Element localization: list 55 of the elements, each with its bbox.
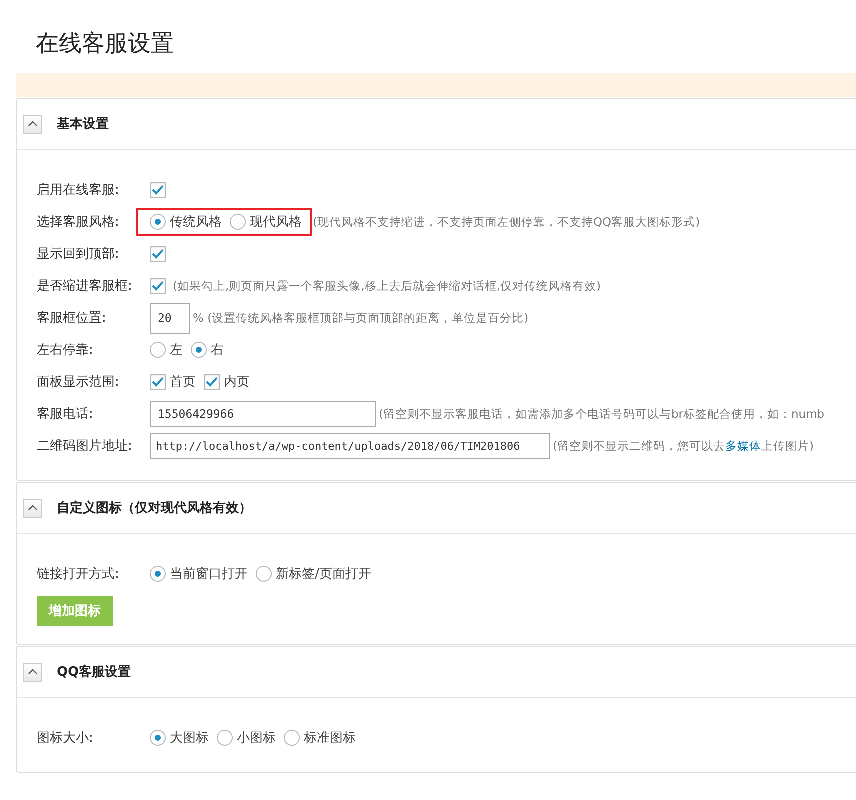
- radio-button[interactable]: [150, 214, 166, 230]
- field-hint: % (设置传统风格客服框顶部与页面顶部的距离，单位是百分比): [193, 310, 529, 326]
- field-label: 链接打开方式:: [37, 566, 120, 583]
- radio-button[interactable]: [150, 566, 166, 582]
- panel-title: 自定义图标（仅对现代风格有效）: [57, 500, 252, 517]
- checkbox[interactable]: [150, 374, 166, 390]
- radio-button[interactable]: [191, 342, 207, 358]
- field-label: 面板显示范围:: [37, 374, 120, 391]
- text-field[interactable]: http://localhost/a/wp-content/uploads/2018/06/TIM201806: [150, 433, 550, 459]
- radio-button[interactable]: [150, 730, 166, 746]
- field-label: 图标大小:: [37, 730, 94, 747]
- option-label: 标准图标: [304, 730, 356, 747]
- field-label: 选择客服风格:: [37, 214, 120, 231]
- field-hint: (留空则不显示二维码，您可以去多媒体上传图片): [553, 438, 814, 454]
- media-link[interactable]: 多媒体: [726, 438, 762, 452]
- field-label: 是否缩进客服框:: [37, 278, 134, 295]
- field-label: 二维码图片地址:: [37, 438, 134, 455]
- option-label: 右: [211, 342, 224, 359]
- checkbox[interactable]: [150, 278, 166, 294]
- radio-button[interactable]: [217, 730, 233, 746]
- page-title: 在线客服设置: [36, 30, 175, 59]
- option-label: 大图标: [170, 730, 209, 747]
- text-field[interactable]: 15506429966: [150, 401, 376, 427]
- collapse-button[interactable]: [23, 662, 42, 682]
- field-label: 启用在线客服:: [37, 182, 120, 199]
- chevron-icon: [28, 121, 38, 127]
- checkbox[interactable]: [204, 374, 220, 390]
- option-label: 传统风格: [170, 214, 222, 231]
- radio-button[interactable]: [284, 730, 300, 746]
- option-label: 当前窗口打开: [170, 566, 248, 583]
- radio-button[interactable]: [150, 342, 166, 358]
- option-label: 小图标: [237, 730, 276, 747]
- collapse-button[interactable]: [23, 498, 42, 518]
- panel-title: 基本设置: [57, 116, 109, 133]
- radio-button[interactable]: [230, 214, 246, 230]
- field-hint: (现代风格不支持缩进，不支持页面左侧停靠，不支持QQ客服大图标形式): [313, 214, 700, 230]
- checkbox[interactable]: [150, 246, 166, 262]
- field-label: 左右停靠:: [37, 342, 94, 359]
- checkbox[interactable]: [150, 182, 166, 198]
- radio-button[interactable]: [256, 566, 272, 582]
- chevron-icon: [28, 505, 38, 511]
- option-label: 新标签/页面打开: [276, 566, 372, 583]
- option-label: 左: [170, 342, 183, 359]
- field-hint: (如果勾上,则页面只露一个客服头像,移上去后就会伸缩对话框,仅对传统风格有效): [173, 278, 601, 294]
- option-label: 首页: [170, 374, 196, 391]
- chevron-icon: [28, 669, 38, 675]
- field-hint: (留空则不显示客服电话，如需添加多个电话号码可以与br标签配合使用，如：numb: [379, 406, 825, 422]
- panel-title: QQ客服设置: [57, 664, 132, 681]
- collapse-button[interactable]: [23, 114, 42, 134]
- field-label: 显示回到顶部:: [37, 246, 120, 263]
- option-label: 内页: [224, 374, 250, 391]
- field-label: 客服框位置:: [37, 310, 108, 327]
- option-label: 现代风格: [250, 214, 302, 231]
- field-label: 客服电话:: [37, 406, 94, 423]
- text-field[interactable]: 20: [150, 302, 190, 334]
